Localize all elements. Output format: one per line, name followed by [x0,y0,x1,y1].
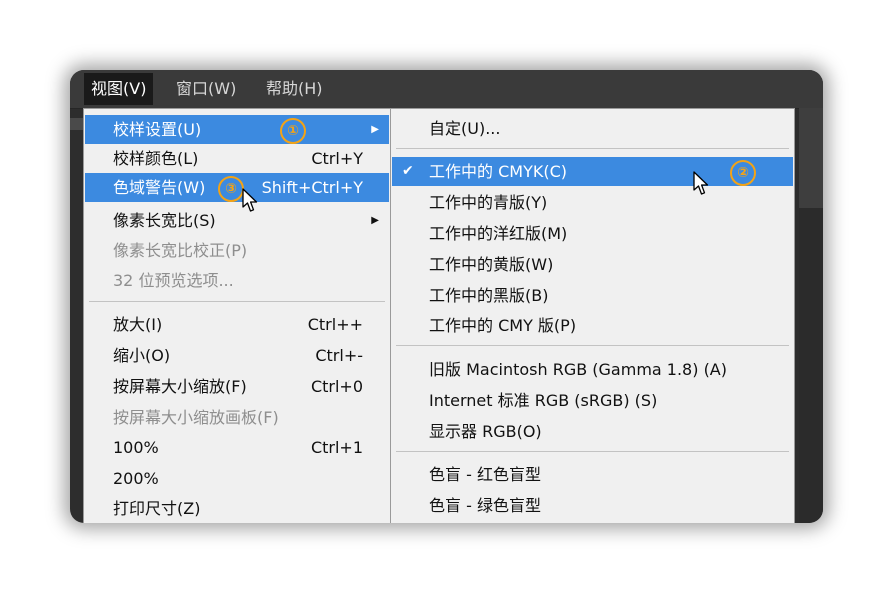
menu-item-label: 工作中的洋红版(M) [429,224,568,243]
menu-item-label: 按屏幕大小缩放(F) [113,377,247,396]
submenu-item-monitor-rgb[interactable]: 显示器 RGB(O) [392,417,793,446]
menu-item-label: 校样颜色(L) [113,149,199,168]
menu-separator [396,148,789,149]
checkmark-icon: ✔ [402,163,414,179]
menu-item-label: 像素长宽比校正(P) [113,241,248,260]
shortcut-label: Ctrl+1 [310,438,363,457]
menu-help[interactable]: 帮助(H) [259,73,330,105]
menu-item-proof-colors[interactable]: 校样颜色(L) Ctrl+Y [85,144,389,173]
menu-item-zoom-in[interactable]: 放大(I) Ctrl++ [85,310,389,339]
menu-item-label: 工作中的青版(Y) [429,193,548,212]
menu-item-label: 100% [113,438,159,457]
menu-item-label: 旧版 Macintosh RGB (Gamma 1.8) (A) [429,360,727,379]
shortcut-label: Ctrl++ [307,315,363,334]
step-badge-2: ② [730,160,756,186]
submenu-item-cyan-plate[interactable]: 工作中的青版(Y) [392,188,793,217]
shortcut-label: Ctrl+0 [310,377,363,396]
menu-item-fit-screen[interactable]: 按屏幕大小缩放(F) Ctrl+0 [85,372,389,401]
menu-separator [89,301,385,302]
menu-item-label: 工作中的黑版(B) [429,286,549,305]
shortcut-label: Ctrl+Y [311,149,363,168]
menu-item-label: 200% [113,469,159,488]
menu-item-label: Internet 标准 RGB (sRGB) (S) [429,391,658,410]
step-badge-1: ① [280,118,306,144]
shortcut-label: Ctrl+- [315,346,363,365]
menu-item-label: 缩小(O) [113,346,171,365]
menu-item-label: 工作中的 CMYK(C) [429,162,567,181]
submenu-item-black-plate[interactable]: 工作中的黑版(B) [392,281,793,310]
menu-view[interactable]: 视图(V) [84,73,154,105]
mouse-pointer-icon [693,171,709,195]
workspace-background [799,108,823,523]
menu-item-gamut-warning[interactable]: 色域警告(W) ③ Shift+Ctrl+Y [85,173,389,202]
menu-item-label: 按屏幕大小缩放画板(F) [113,408,279,427]
submenu-item-magenta-plate[interactable]: 工作中的洋红版(M) [392,219,793,248]
menu-item-fit-artboard: 按屏幕大小缩放画板(F) [85,403,389,432]
menu-item-label: 工作中的黄版(W) [429,255,554,274]
submenu-item-protanopia[interactable]: 色盲 - 红色盲型 [392,460,793,489]
submenu-item-deuteranopia[interactable]: 色盲 - 绿色盲型 [392,491,793,520]
mouse-pointer-icon [242,188,258,212]
menu-item-label: 色盲 - 红色盲型 [429,465,541,484]
menu-item-label: 32 位预览选项... [113,271,234,290]
submenu-item-custom[interactable]: 自定(U)... [392,114,793,143]
menu-item-label: 打印尺寸(Z) [113,499,201,518]
triangle-right-icon: ▶ [371,124,379,135]
menu-item-100[interactable]: 100% Ctrl+1 [85,433,389,462]
menu-item-pixel-aspect[interactable]: 像素长宽比(S) ▶ [85,206,389,235]
menu-item-pixel-aspect-correction: 像素长宽比校正(P) [85,236,389,265]
menu-window[interactable]: 窗口(W) [169,73,243,105]
submenu-item-yellow-plate[interactable]: 工作中的黄版(W) [392,250,793,279]
menu-item-label: 色盲 - 绿色盲型 [429,496,541,515]
menu-separator [396,451,789,452]
submenu-item-legacy-mac-rgb[interactable]: 旧版 Macintosh RGB (Gamma 1.8) (A) [392,355,793,384]
submenu-item-srgb[interactable]: Internet 标准 RGB (sRGB) (S) [392,386,793,415]
menu-item-label: 工作中的 CMY 版(P) [429,316,577,335]
menu-item-label: 放大(I) [113,315,163,334]
toolbar-edge [70,118,84,130]
submenu-item-cmy-plates[interactable]: 工作中的 CMY 版(P) [392,311,793,340]
step-badge-3: ③ [218,176,244,202]
menu-item-label: 显示器 RGB(O) [429,422,542,441]
menu-item-label: 自定(U)... [429,119,501,138]
menu-item-32bit-preview: 32 位预览选项... [85,266,389,295]
menu-bar: 视图(V) 窗口(W) 帮助(H) [70,70,823,109]
submenu-item-working-cmyk[interactable]: ✔ 工作中的 CMYK(C) ② [392,157,793,186]
proof-setup-submenu: 自定(U)... ✔ 工作中的 CMYK(C) ② 工作中的青版(Y) 工作中的… [390,108,795,523]
menu-item-label: 像素长宽比(S) [113,211,216,230]
app-window: 视图(V) 窗口(W) 帮助(H) 校样设置(U) ① ▶ 校样颜色(L) Ct… [70,70,823,523]
menu-item-zoom-out[interactable]: 缩小(O) Ctrl+- [85,341,389,370]
view-menu: 校样设置(U) ① ▶ 校样颜色(L) Ctrl+Y 色域警告(W) ③ Shi… [83,108,391,523]
shortcut-label: Shift+Ctrl+Y [261,178,363,197]
menu-item-proof-setup[interactable]: 校样设置(U) ① ▶ [85,115,389,144]
menu-separator [396,345,789,346]
triangle-right-icon: ▶ [371,215,379,226]
menu-item-label: 色域警告(W) [113,178,206,197]
menu-item-print-size[interactable]: 打印尺寸(Z) [85,494,389,523]
menu-item-label: 校样设置(U) [113,120,202,139]
menu-item-200[interactable]: 200% [85,464,389,493]
